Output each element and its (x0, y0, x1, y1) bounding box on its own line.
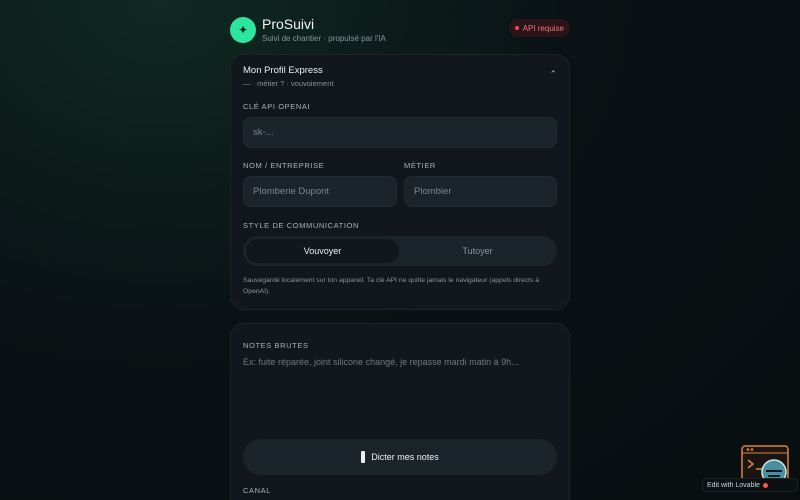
tutoyer-option[interactable]: Tutoyer (401, 239, 554, 263)
app-subtitle: Suivi de chantier · propulsé par l'IA (262, 34, 386, 43)
app-title: ProSuivi (262, 16, 315, 32)
api-required-badge[interactable]: API requise (508, 19, 570, 37)
communication-style-toggle: Vouvoyer Tutoyer (243, 236, 557, 266)
api-key-input[interactable] (244, 118, 556, 147)
channel-label: CANAL (243, 486, 272, 495)
api-key-field[interactable] (243, 117, 557, 148)
job-label: MÉTIER (404, 161, 436, 170)
notes-card: NOTES BRUTES Ex: fuite réparée, joint si… (230, 323, 570, 500)
sparkle-logo-icon: ✦ (230, 17, 256, 43)
vouvoyer-option[interactable]: Vouvoyer (246, 239, 399, 263)
dictate-button[interactable]: Dicter mes notes (243, 439, 557, 475)
name-input[interactable] (244, 177, 396, 206)
name-field[interactable] (243, 176, 397, 207)
edit-with-lovable-badge[interactable]: Edit with Lovable (702, 478, 798, 492)
notes-textarea[interactable]: Ex: fuite réparée, joint silicone changé… (243, 357, 557, 367)
brand: ProSuivi Suivi de chantier · propulsé pa… (262, 16, 386, 44)
dictate-label: Dicter mes notes (371, 452, 439, 462)
profile-summary: — · métier ? · vouvoiement (243, 79, 334, 88)
job-field[interactable] (404, 176, 557, 207)
profile-title[interactable]: Mon Profil Express (243, 65, 323, 76)
privacy-note: Sauvegardé localement sur ton appareil. … (243, 277, 540, 295)
lovable-label: Edit with Lovable (707, 481, 760, 489)
name-label: NOM / ENTREPRISE (243, 161, 325, 170)
api-badge-label: API requise (522, 23, 564, 33)
microphone-icon (361, 451, 366, 463)
notes-label: NOTES BRUTES (243, 341, 309, 350)
status-dot-icon (514, 26, 519, 30)
chevron-up-icon[interactable]: ⌃ (549, 69, 557, 80)
profile-card: Mon Profil Express — · métier ? · vouvoi… (230, 54, 570, 310)
app-header: ✦ ProSuivi Suivi de chantier · propulsé … (230, 14, 570, 46)
api-key-label: CLÉ API OPENAI (243, 102, 311, 111)
job-input[interactable] (405, 177, 556, 206)
lovable-heart-icon (762, 482, 768, 488)
style-label: STYLE DE COMMUNICATION (243, 221, 359, 230)
